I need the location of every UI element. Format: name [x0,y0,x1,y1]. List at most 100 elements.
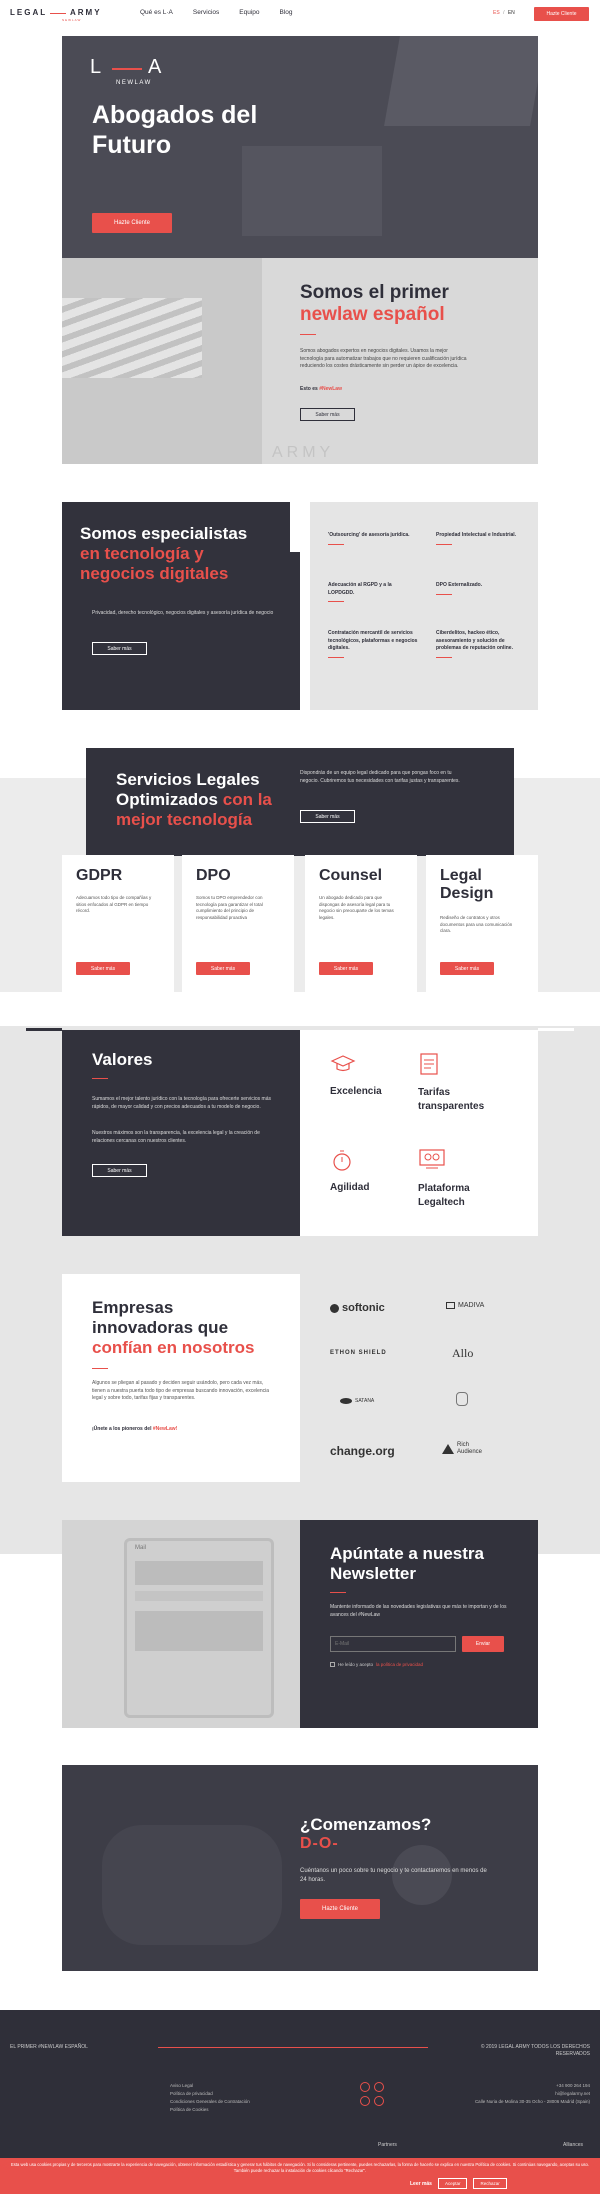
nav-item-equipo[interactable]: Equipo [239,9,259,16]
footer-phone[interactable]: +34 900 264 194 [450,2082,590,2090]
start-subtitle: D-O- [300,1835,339,1852]
lang-en[interactable]: EN [508,10,515,16]
intro-tag: #NewLaw [319,386,342,392]
header-cta-button[interactable]: Hazte Cliente [534,7,589,21]
value-tarifas: Tarifas transparentes [418,1087,485,1112]
excellence-icon [330,1054,356,1074]
service-card-dpo-button[interactable]: Saber más [196,962,250,975]
values-title: Valores [92,1050,153,1069]
specialists-more-button[interactable]: Saber más [92,642,147,655]
cookie-accept-button[interactable]: Aceptar [437,2178,468,2189]
footer-email[interactable]: hi@legalarmy.net [450,2090,590,2098]
hero-cta-button[interactable]: Hazte Cliente [92,213,172,233]
footer-link-aviso[interactable]: Aviso Legal [170,2082,250,2090]
consent-checkbox[interactable] [330,1662,335,1667]
tablet-mail-title: Mail [135,1545,147,1551]
intro-body: Somos abogados expertos en negocios digi… [300,348,467,369]
hero-bg-laptop [384,36,538,126]
start-section: ¿Comenzamos? D-O- Cuéntanos un poco sobr… [62,1765,538,1971]
values-more-button[interactable]: Saber más [92,1164,147,1177]
logo-right: ARMY [70,8,102,17]
specialists-section: Somos especialistas en tecnología y nego… [62,502,538,710]
footer-alliances: Alliances [563,2142,584,2148]
service-card-counsel: Counsel Un abogado dedicado para que dis… [305,855,417,992]
intro-more-button[interactable]: Saber más [300,408,355,421]
specialists-item-6: Ciberdelitos, hackeo ético, asesoramient… [436,630,526,658]
footer-link-cookies[interactable]: Política de Cookies [170,2106,250,2114]
newsletter-section: Mail Apúntate a nuestra Newsletter Mante… [62,1520,538,1728]
hero: L A NEWLAW Abogados del Futuro Hazte Cli… [62,36,538,258]
newsletter-submit-button[interactable]: Enviar [462,1636,504,1652]
cookie-reject-button[interactable]: Rechazar [473,2178,507,2189]
logo-madiva: MADIVA [446,1302,484,1309]
hero-title-line1: Abogados del [92,101,258,129]
intro-divider [300,334,316,335]
hero-bg-desk [242,146,382,236]
service-card-legal-design-button[interactable]: Saber más [440,962,494,975]
intro-title: Somos el primer newlaw español [300,282,449,326]
clients-body: Algunos se pliegan al pasado y deciden s… [92,1380,270,1401]
service-card-counsel-button[interactable]: Saber más [319,962,373,975]
specialists-item-2: Propiedad Intelectual e Industrial. [436,532,526,545]
logo-dash [50,13,66,14]
start-title: ¿Comenzamos? [300,1815,432,1834]
footer-link-condiciones[interactable]: Condiciones Generales de Contratación [170,2098,250,2106]
clients-text-card: Empresas innovadoras que confían en noso… [62,1274,300,1482]
start-bg-hands [102,1825,282,1945]
site-header: LEGAL ARMY NEWLAW Qué es L·A Servicios E… [0,0,600,30]
cookie-banner: Esta web usa cookies propias y de tercer… [0,2158,600,2194]
legaltech-icon [418,1148,446,1170]
softonic-icon [330,1303,339,1313]
intro-tag-prefix: Esto es [300,386,318,392]
clients-join: ¡Únete a los pioneros del #NewLaw! [92,1426,178,1432]
specialists-title-line1: Somos especialistas [80,524,248,543]
services-more-button[interactable]: Saber más [300,810,355,823]
lang-es[interactable]: ES [493,10,500,16]
footer-rule [158,2047,428,2048]
nav-item-blog[interactable]: Blog [280,9,293,16]
footer-contact: +34 900 264 194 hi@legalarmy.net Calle N… [450,2082,590,2106]
specialists-item-4: DPO Externalizado. [436,582,526,595]
values-light-extension [538,1028,574,1031]
services-title-line1: Servicios Legales [116,770,260,789]
intro-tag-line: Esto es #NewLaw [300,386,342,394]
specialists-white-notch [290,502,308,552]
twitter-icon[interactable] [374,2082,384,2092]
value-plataforma: Plataforma Legaltech [418,1183,470,1208]
newsletter-image: Mail [62,1520,300,1728]
clients-title: Empresas innovadoras que confían en noso… [92,1298,255,1357]
start-cta-button[interactable]: Hazte Cliente [300,1899,380,1919]
footer-link-privacidad[interactable]: Política de privacidad [170,2090,250,2098]
intro-watermark: ARMY [272,444,335,461]
logo-satana: SATANA [340,1398,374,1404]
hero-title-line2: Futuro [92,131,172,159]
value-excelencia: Excelencia [330,1086,382,1097]
cookie-read-more-link[interactable]: Leer más [410,2181,432,2187]
hero-logo-dash [112,68,142,70]
rich-audience-icon [442,1444,454,1454]
service-card-gdpr-button[interactable]: Saber más [76,962,130,975]
services-title-line2: Optimizados con la [116,790,272,809]
instagram-icon[interactable] [360,2096,370,2106]
nav-item-que-es[interactable]: Qué es L·A [140,9,173,16]
services-title-line3: mejor tecnología [116,810,253,829]
privacy-link[interactable]: la política de privacidad [376,1662,423,1667]
newsletter-panel: Apúntate a nuestra Newsletter Mantente i… [300,1520,538,1728]
hero-logo-a: A [148,56,162,78]
nav-item-servicios[interactable]: Servicios [193,9,219,16]
newsletter-email-input[interactable] [330,1636,456,1652]
intro-title-line1: Somos el primer [300,282,449,303]
logo-rich-audience: Rich Audience [442,1442,487,1456]
facebook-icon[interactable] [360,2082,370,2092]
linkedin-icon[interactable] [374,2096,384,2106]
logo-ethon-shield: ETHON SHIELD [330,1350,387,1356]
logo-owl [456,1392,471,1406]
hero-title: Abogados del Futuro [92,100,257,160]
hero-logo-l: L [90,56,102,78]
intro-title-line2: newlaw español [300,304,445,325]
footer-copyright: © 2019 LEGAL ARMY TODOS LOS DERECHOS RES… [480,2044,590,2057]
logo-allo: Allo [452,1346,474,1360]
owl-icon [456,1392,468,1406]
logo[interactable]: LEGAL ARMY NEWLAW [10,8,105,24]
values-dark-panel: Valores Sumamos el mejor talento jurídic… [62,1030,300,1236]
